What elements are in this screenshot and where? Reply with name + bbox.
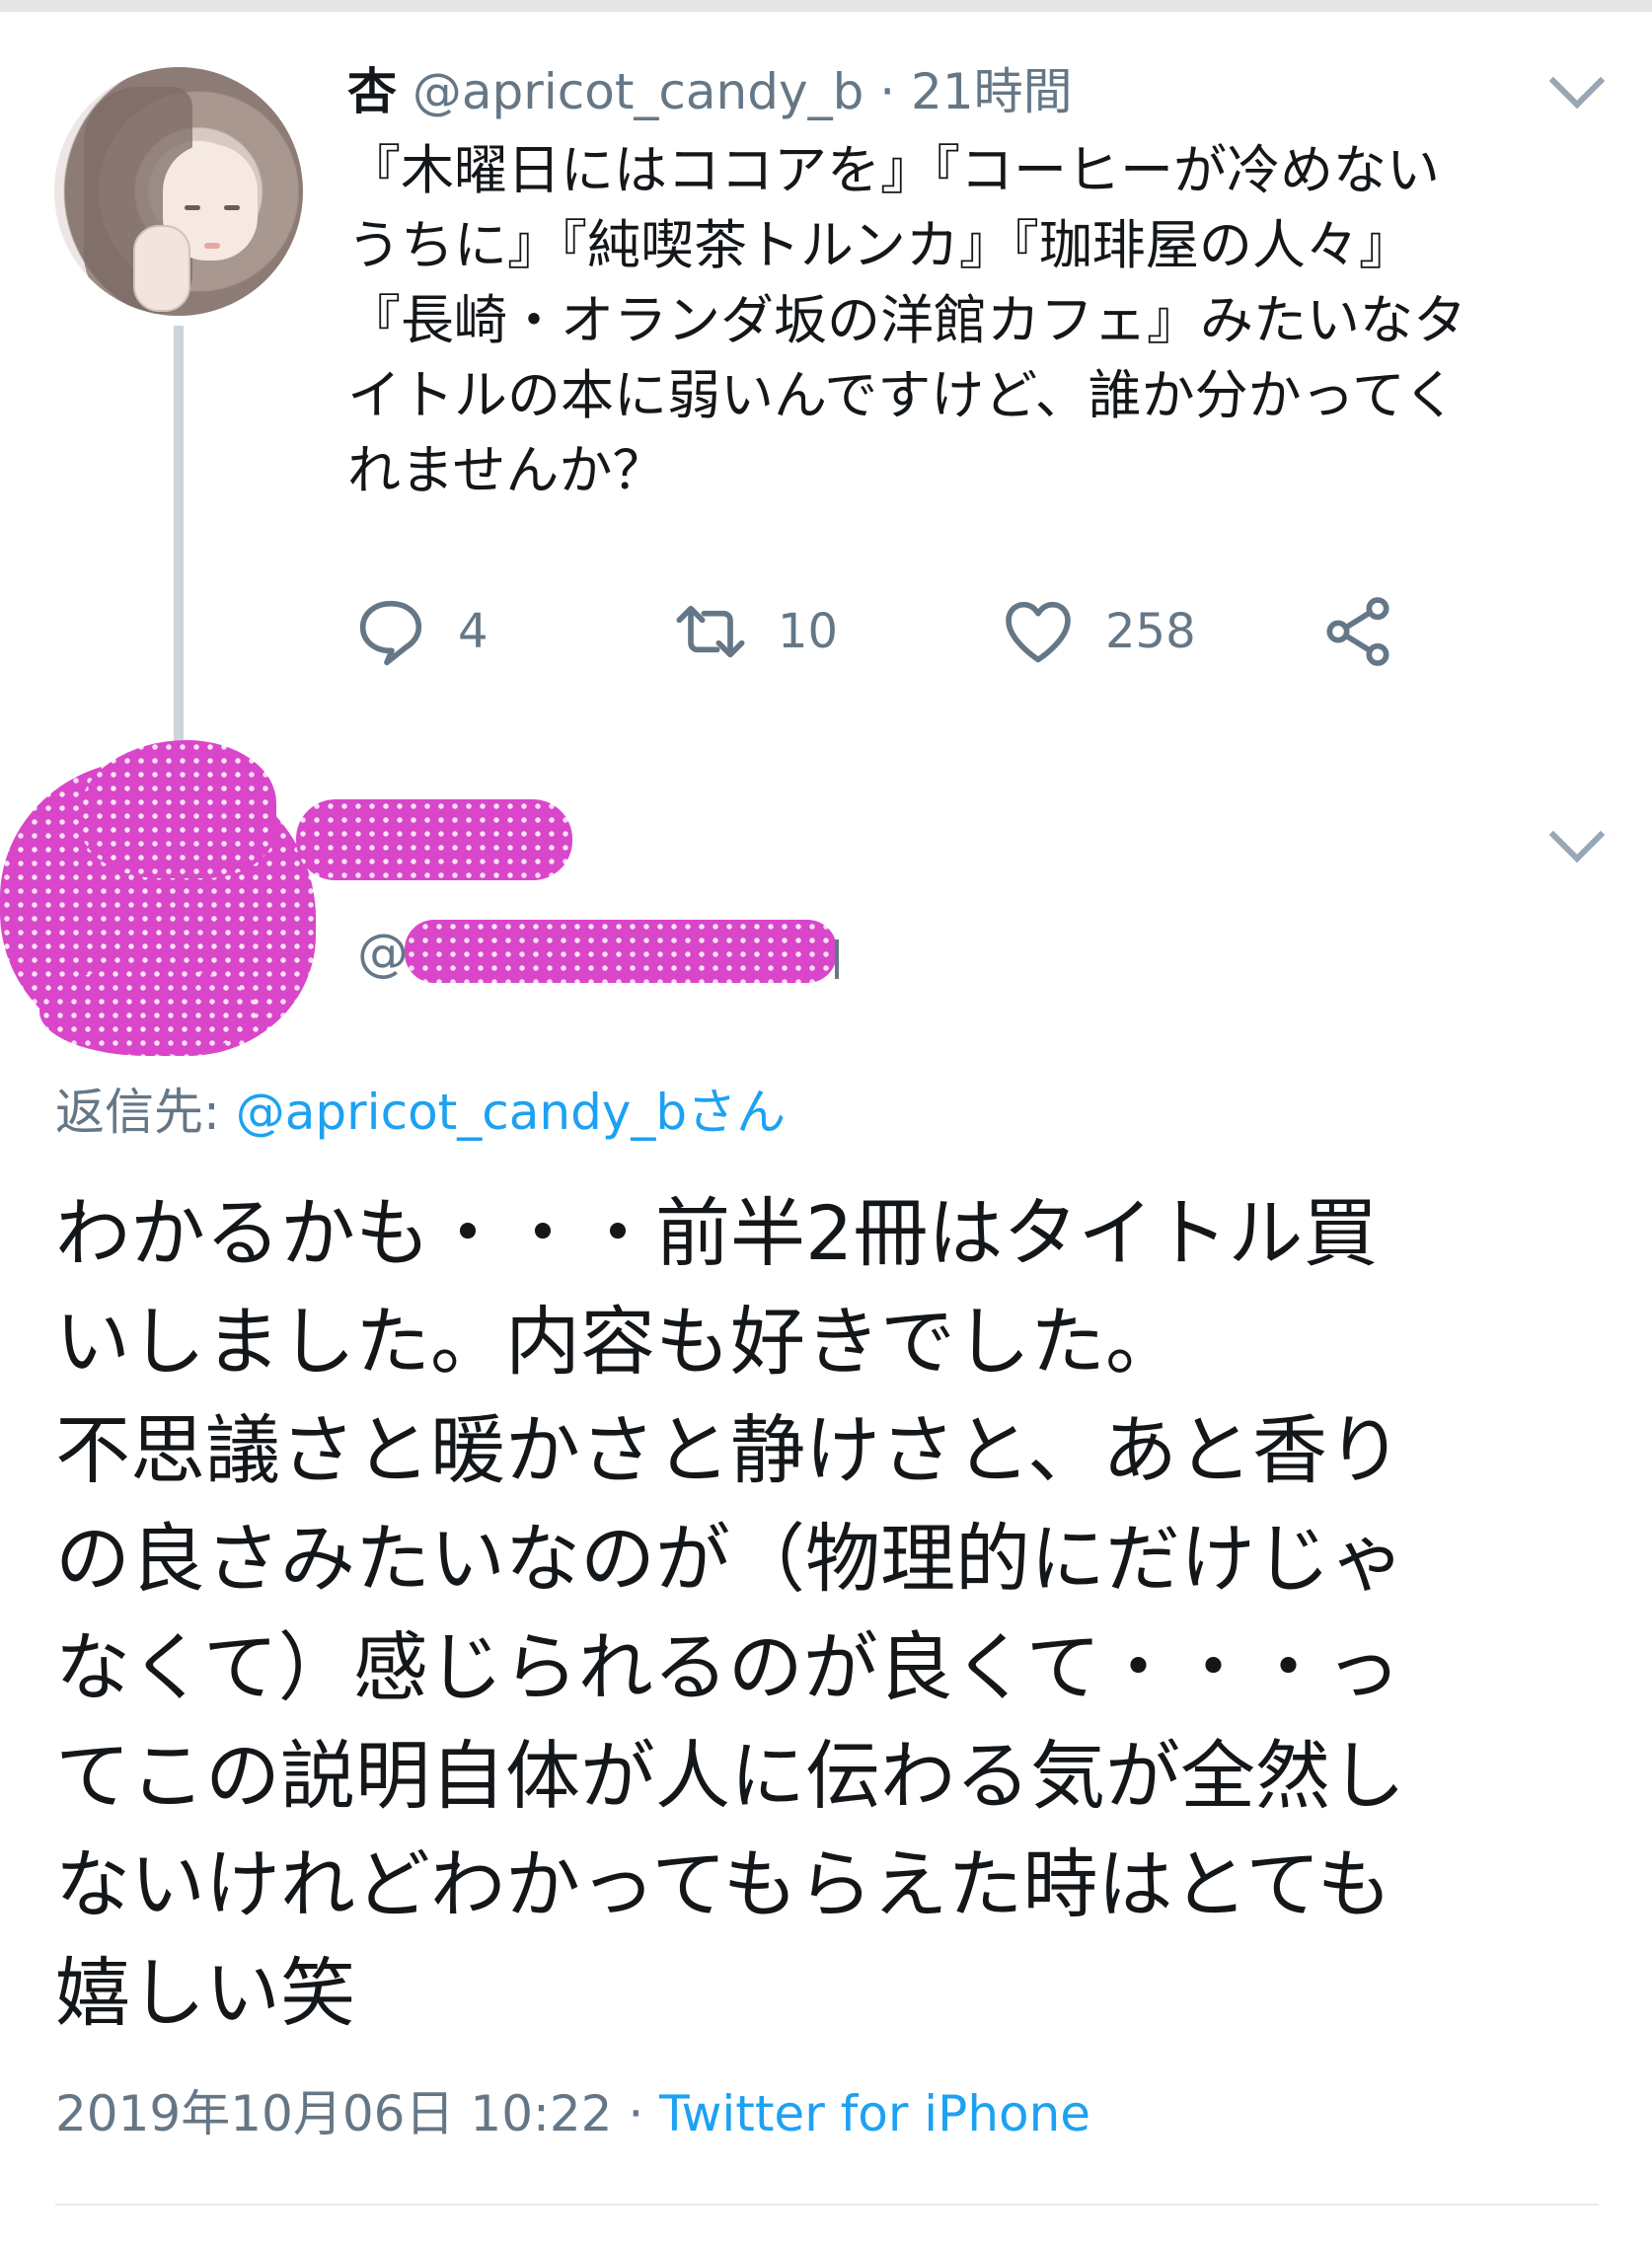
avatar-eye: [185, 205, 200, 210]
chevron-down-icon[interactable]: [1548, 806, 1606, 863]
display-name[interactable]: 杏: [347, 63, 397, 120]
tweet-time[interactable]: 21時間: [911, 63, 1073, 120]
avatar-eye: [224, 205, 240, 210]
like-icon: [1006, 601, 1071, 663]
like-count: 258: [1105, 604, 1196, 659]
share-icon: [1326, 597, 1389, 666]
redacted-display-name: [296, 799, 572, 880]
replying-to: 返信先: @apricot_candy_bさん: [55, 1076, 786, 1149]
tweet-text: 『木曜日にはココアを』『コーヒーが冷めない うちに』『純喫茶トルンカ』『珈琲屋の…: [347, 139, 1466, 501]
reply-button[interactable]: 4: [351, 582, 488, 681]
like-button[interactable]: 258: [999, 582, 1196, 681]
timestamp[interactable]: 2019年10月06日 10:22: [55, 2085, 612, 2142]
source-link[interactable]: Twitter for iPhone: [659, 2085, 1090, 2142]
top-divider: [0, 0, 1652, 12]
retweet-count: 10: [778, 604, 839, 659]
reply-text: わかるかも・・・前半2冊はタイトル買 いしました。内容も好きでした。 不思議さと…: [55, 1189, 1405, 2037]
reply-icon: [359, 600, 422, 666]
retweet-button[interactable]: 10: [671, 582, 838, 681]
reply-count: 4: [458, 604, 488, 659]
replying-to-link[interactable]: @apricot_candy_bさん: [236, 1084, 786, 1141]
separator-dot: ·: [879, 63, 896, 120]
redaction-mark: [79, 740, 276, 878]
redacted-handle-tail: [835, 939, 839, 979]
separator-dot: ·: [612, 2085, 660, 2142]
avatar-lips: [204, 243, 220, 249]
avatar[interactable]: [54, 67, 303, 316]
tweet-meta: 2019年10月06日 10:22 · Twitter for iPhone: [55, 2079, 1090, 2148]
avatar-hand: [133, 225, 190, 312]
share-button[interactable]: [1318, 582, 1397, 681]
tweet-header: 杏 @apricot_candy_b · 21時間: [347, 57, 1073, 126]
retweet-icon: [676, 605, 745, 658]
reply-user-handle[interactable]: @: [357, 924, 409, 983]
redaction-mark: [39, 967, 257, 1056]
chevron-down-icon[interactable]: [1548, 52, 1606, 110]
thread-line: [174, 326, 184, 760]
user-handle[interactable]: @apricot_candy_b: [413, 63, 864, 120]
redacted-user-handle: [405, 920, 837, 983]
tweet-actions: 4 10 258: [0, 582, 1652, 681]
bottom-divider: [55, 2204, 1599, 2206]
replying-to-label: 返信先:: [55, 1084, 236, 1141]
